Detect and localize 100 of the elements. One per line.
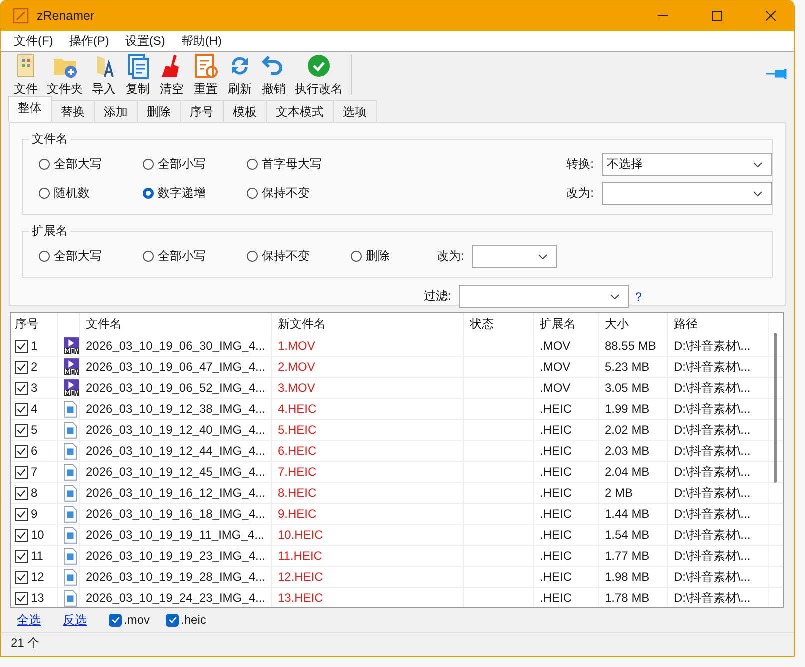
field-label: 转换:	[566, 156, 594, 173]
column-header[interactable]: 文件名	[80, 313, 272, 336]
checkbox[interactable]	[15, 528, 28, 542]
image-file-icon	[64, 400, 77, 418]
table-cell: 2026_03_10_19_06_52_IMG_4...	[80, 378, 272, 398]
table-cell: .HEIC	[534, 441, 599, 461]
copy-icon	[125, 53, 151, 79]
help-link[interactable]: ?	[635, 290, 642, 304]
select-link[interactable]: 反选	[63, 612, 87, 628]
radio-button[interactable]	[39, 159, 50, 170]
radio-button[interactable]	[39, 251, 50, 262]
radio-label: 全部大写	[54, 156, 102, 173]
radio-label: 全部小写	[158, 248, 206, 265]
tab[interactable]: 替换	[51, 100, 95, 122]
row-number: 2	[31, 360, 38, 374]
video-file-icon	[64, 379, 79, 397]
pin-icon[interactable]	[766, 69, 788, 79]
table-cell: 5.HEIC	[272, 420, 464, 440]
radio-button[interactable]	[143, 251, 154, 262]
radio-button[interactable]	[247, 251, 258, 262]
menu-item[interactable]: 设置(S)	[118, 32, 172, 50]
table-cell: 2.03 MB	[599, 441, 668, 461]
checkbox[interactable]	[166, 614, 180, 626]
scrollbar[interactable]	[774, 333, 777, 483]
field-label: 过滤:	[424, 288, 452, 305]
checkbox[interactable]	[15, 382, 28, 394]
column-header[interactable]: 序号	[11, 313, 58, 336]
menu-item[interactable]: 操作(P)	[62, 32, 116, 50]
checkbox[interactable]	[15, 592, 28, 604]
checkbox[interactable]	[15, 424, 28, 436]
row-number: 7	[31, 465, 38, 479]
table-cell: 6.HEIC	[272, 441, 464, 461]
image-file-icon	[64, 422, 77, 438]
table-cell: D:\抖音素材\...	[668, 357, 769, 377]
menu-item[interactable]: 帮助(H)	[174, 32, 229, 50]
toolbar-label[interactable]: 执行改名	[295, 81, 343, 98]
table-cell: 1.MOV	[272, 336, 464, 356]
table-cell: 11.HEIC	[272, 546, 464, 566]
radio-button[interactable]	[247, 159, 258, 170]
toolbar-label[interactable]: 重置	[194, 81, 218, 98]
table-cell: 13.HEIC	[272, 588, 464, 607]
table-cell: 2026_03_10_19_16_12_IMG_4...	[80, 483, 272, 503]
table-cell: 10.HEIC	[272, 525, 464, 545]
table-cell: .HEIC	[534, 546, 599, 566]
toolbar-label[interactable]: 文件夹	[47, 81, 83, 98]
table-cell: .HEIC	[534, 567, 599, 587]
toolbar-label[interactable]: 刷新	[228, 81, 252, 98]
checkbox[interactable]	[15, 360, 28, 374]
checkbox[interactable]	[15, 444, 28, 458]
checkbox[interactable]	[15, 550, 28, 562]
table-cell: .HEIC	[534, 483, 599, 503]
row-number: 6	[31, 444, 38, 458]
checkbox[interactable]	[15, 340, 28, 352]
toolbar-label[interactable]: 导入	[92, 81, 116, 98]
table-cell: 2026_03_10_19_12_38_IMG_4...	[80, 399, 272, 419]
check-circle-icon	[306, 53, 332, 79]
toolbar-label[interactable]: 文件	[14, 81, 38, 98]
menu-item[interactable]: 文件(F)	[7, 32, 60, 50]
checkbox[interactable]	[15, 486, 28, 500]
table-cell: 1.98 MB	[599, 567, 668, 587]
table-cell: .HEIC	[534, 588, 599, 607]
column-header[interactable]: 扩展名	[534, 313, 599, 336]
column-header[interactable]: 状态	[464, 313, 534, 336]
checkbox[interactable]	[109, 614, 122, 626]
table-cell: D:\抖音素材\...	[668, 504, 769, 524]
convert-dropdown[interactable]: 不选择	[602, 153, 772, 176]
radio-label: 首字母大写	[262, 156, 322, 173]
table-cell: 2026_03_10_19_12_40_IMG_4...	[80, 420, 272, 440]
radio-button[interactable]	[143, 188, 154, 199]
table-cell: 1.78 MB	[599, 588, 668, 607]
table-cell: D:\抖音素材\...	[668, 546, 769, 566]
checkbox[interactable]	[15, 570, 28, 584]
radio-button[interactable]	[351, 251, 362, 262]
radio-button[interactable]	[39, 188, 50, 199]
table-cell: 2026_03_10_19_12_44_IMG_4...	[80, 441, 272, 461]
tab[interactable]: 选项	[333, 100, 377, 122]
checkbox[interactable]	[15, 508, 28, 520]
radio-button[interactable]	[143, 159, 154, 170]
table-cell: 2026_03_10_19_12_45_IMG_4...	[80, 462, 272, 482]
maximize-icon[interactable]	[712, 11, 722, 21]
select-link[interactable]: 全选	[17, 612, 41, 628]
checkbox[interactable]	[15, 466, 28, 478]
toolbar-label[interactable]: 清空	[160, 81, 184, 98]
table-cell: .HEIC	[534, 420, 599, 440]
dropdown-caret-icon	[753, 190, 763, 196]
table-cell: 2026_03_10_19_06_47_IMG_4...	[80, 357, 272, 377]
column-header[interactable]: 大小	[599, 313, 668, 336]
column-header[interactable]: 新文件名	[272, 313, 464, 336]
toolbar-label[interactable]: 复制	[126, 81, 150, 98]
tab[interactable]: 整体	[8, 96, 52, 122]
table-cell: D:\抖音素材\...	[668, 399, 769, 419]
column-header[interactable]: 路径	[668, 313, 769, 336]
radio-button[interactable]	[247, 188, 258, 199]
row-number: 10	[31, 528, 44, 542]
close-icon[interactable]	[766, 11, 776, 21]
table-cell: .MOV	[534, 336, 599, 356]
radio-label: 保持不变	[262, 185, 310, 202]
checkbox[interactable]	[15, 402, 28, 416]
group-title: 扩展名	[31, 223, 69, 240]
toolbar-label[interactable]: 撤销	[262, 81, 286, 98]
